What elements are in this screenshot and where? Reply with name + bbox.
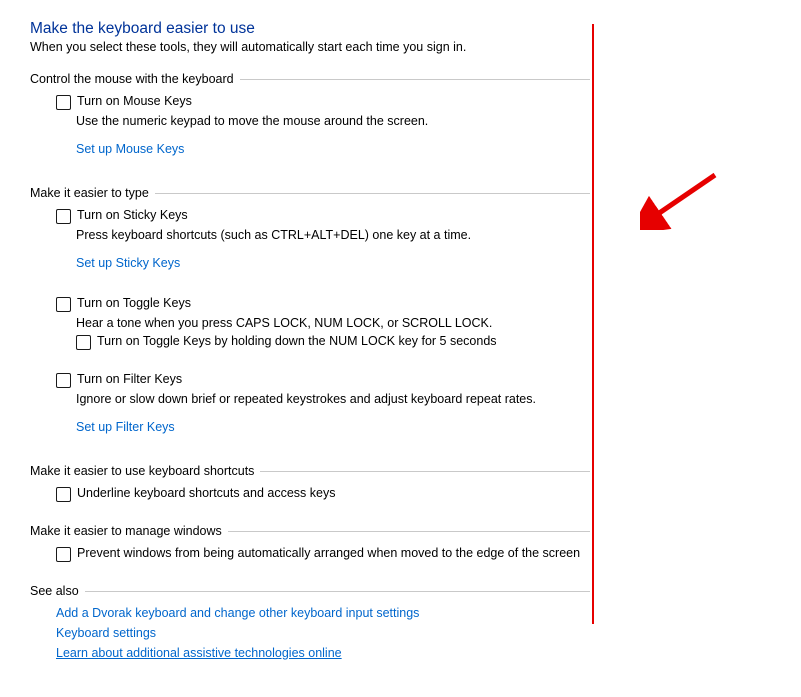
checkbox-underline-shortcuts-label: Underline keyboard shortcuts and access … — [77, 486, 335, 500]
link-assistive-tech[interactable]: Learn about additional assistive technol… — [56, 646, 590, 660]
section-heading-see-also: See also — [30, 584, 590, 598]
desc-mouse-keys: Use the numeric keypad to move the mouse… — [76, 114, 590, 128]
section-heading-mouse: Control the mouse with the keyboard — [30, 72, 590, 86]
checkbox-icon — [56, 547, 71, 562]
annotation-red-line — [592, 24, 594, 624]
link-setup-mouse-keys[interactable]: Set up Mouse Keys — [76, 142, 184, 156]
link-keyboard-settings[interactable]: Keyboard settings — [56, 626, 590, 640]
section-heading-type-label: Make it easier to type — [30, 186, 149, 200]
checkbox-icon — [56, 487, 71, 502]
desc-toggle-keys: Hear a tone when you press CAPS LOCK, NU… — [76, 316, 590, 330]
checkbox-sticky-keys-label: Turn on Sticky Keys — [77, 208, 188, 222]
section-heading-see-also-label: See also — [30, 584, 79, 598]
checkbox-prevent-arrange-label: Prevent windows from being automatically… — [77, 546, 580, 560]
link-dvorak-settings[interactable]: Add a Dvorak keyboard and change other k… — [56, 606, 590, 620]
page-title: Make the keyboard easier to use — [30, 20, 590, 38]
checkbox-underline-shortcuts[interactable]: Underline keyboard shortcuts and access … — [56, 486, 590, 502]
checkbox-toggle-hold[interactable]: Turn on Toggle Keys by holding down the … — [76, 334, 590, 350]
checkbox-icon — [56, 95, 71, 110]
section-heading-type: Make it easier to type — [30, 186, 590, 200]
annotation-arrow-icon — [640, 170, 720, 230]
checkbox-icon — [56, 373, 71, 388]
checkbox-filter-keys-label: Turn on Filter Keys — [77, 372, 182, 386]
section-type: Make it easier to type Turn on Sticky Ke… — [30, 186, 590, 442]
divider — [155, 193, 590, 194]
section-heading-shortcuts-label: Make it easier to use keyboard shortcuts — [30, 464, 254, 478]
link-setup-sticky-keys[interactable]: Set up Sticky Keys — [76, 256, 180, 270]
desc-filter-keys: Ignore or slow down brief or repeated ke… — [76, 392, 590, 406]
divider — [240, 79, 590, 80]
page-subtitle: When you select these tools, they will a… — [30, 40, 590, 54]
checkbox-mouse-keys-label: Turn on Mouse Keys — [77, 94, 192, 108]
ease-of-access-keyboard-page: Make the keyboard easier to use When you… — [0, 0, 620, 692]
checkbox-icon — [56, 297, 71, 312]
section-mouse: Control the mouse with the keyboard Turn… — [30, 72, 590, 164]
section-windows: Make it easier to manage windows Prevent… — [30, 524, 590, 562]
checkbox-icon — [56, 209, 71, 224]
checkbox-prevent-arrange[interactable]: Prevent windows from being automatically… — [56, 546, 590, 562]
checkbox-toggle-keys[interactable]: Turn on Toggle Keys — [56, 296, 590, 312]
checkbox-icon — [76, 335, 91, 350]
section-heading-windows-label: Make it easier to manage windows — [30, 524, 222, 538]
desc-sticky-keys: Press keyboard shortcuts (such as CTRL+A… — [76, 228, 590, 242]
section-shortcuts: Make it easier to use keyboard shortcuts… — [30, 464, 590, 502]
section-heading-windows: Make it easier to manage windows — [30, 524, 590, 538]
checkbox-filter-keys[interactable]: Turn on Filter Keys — [56, 372, 590, 388]
checkbox-sticky-keys[interactable]: Turn on Sticky Keys — [56, 208, 590, 224]
checkbox-toggle-hold-label: Turn on Toggle Keys by holding down the … — [97, 334, 497, 348]
divider — [260, 471, 590, 472]
link-setup-filter-keys[interactable]: Set up Filter Keys — [76, 420, 175, 434]
section-heading-shortcuts: Make it easier to use keyboard shortcuts — [30, 464, 590, 478]
section-see-also: See also Add a Dvorak keyboard and chang… — [30, 584, 590, 660]
checkbox-mouse-keys[interactable]: Turn on Mouse Keys — [56, 94, 590, 110]
section-heading-mouse-label: Control the mouse with the keyboard — [30, 72, 234, 86]
divider — [85, 591, 590, 592]
checkbox-toggle-keys-label: Turn on Toggle Keys — [77, 296, 191, 310]
divider — [228, 531, 590, 532]
